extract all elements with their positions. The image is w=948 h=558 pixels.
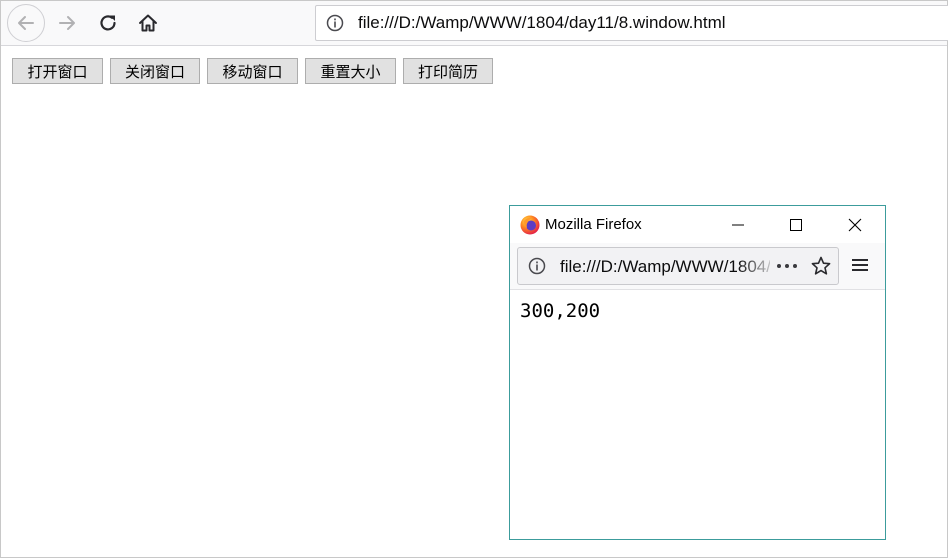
minimize-icon	[732, 224, 744, 226]
back-arrow-icon	[18, 16, 34, 30]
popup-window[interactable]: Mozilla Firefox file:///D:/Wamp/WWW/1804…	[509, 205, 886, 540]
move-window-button[interactable]: 移动窗口	[207, 58, 298, 84]
popup-address-bar[interactable]: file:///D:/Wamp/WWW/1804/day11/8.window.…	[517, 247, 839, 285]
popup-page-text: 300,200	[520, 300, 601, 322]
resize-window-button[interactable]: 重置大小	[305, 58, 396, 84]
star-icon	[811, 256, 831, 275]
reload-button[interactable]	[90, 5, 126, 41]
home-icon	[139, 14, 157, 32]
url-fade	[738, 250, 778, 282]
popup-titlebar[interactable]: Mozilla Firefox	[510, 206, 885, 243]
info-icon[interactable]	[326, 14, 344, 32]
firefox-logo-icon	[520, 215, 540, 235]
reload-icon	[100, 15, 116, 31]
hamburger-menu-icon	[852, 259, 868, 271]
info-icon[interactable]	[528, 257, 546, 275]
back-button[interactable]	[7, 4, 45, 42]
maximize-icon	[790, 219, 802, 231]
bookmark-button[interactable]	[808, 253, 834, 279]
close-window-button[interactable]: 关闭窗口	[110, 58, 200, 84]
home-button[interactable]	[130, 5, 166, 41]
menu-button[interactable]	[848, 253, 872, 277]
forward-button[interactable]	[49, 5, 85, 41]
forward-arrow-icon	[59, 16, 75, 30]
url-text[interactable]: file:///D:/Wamp/WWW/1804/day11/8.window.…	[358, 13, 726, 33]
print-resume-button[interactable]: 打印简历	[403, 58, 493, 84]
close-button[interactable]	[835, 210, 875, 240]
more-dots-icon	[777, 264, 797, 268]
address-bar[interactable]: file:///D:/Wamp/WWW/1804/day11/8.window.…	[315, 5, 948, 41]
minimize-button[interactable]	[718, 210, 758, 240]
close-icon	[848, 218, 862, 232]
page-actions-button[interactable]	[773, 254, 801, 278]
maximize-button[interactable]	[776, 210, 816, 240]
popup-title: Mozilla Firefox	[545, 216, 642, 233]
browser-toolbar: file:///D:/Wamp/WWW/1804/day11/8.window.…	[1, 1, 948, 46]
open-window-button[interactable]: 打开窗口	[12, 58, 103, 84]
popup-toolbar: file:///D:/Wamp/WWW/1804/day11/8.window.…	[510, 243, 885, 290]
